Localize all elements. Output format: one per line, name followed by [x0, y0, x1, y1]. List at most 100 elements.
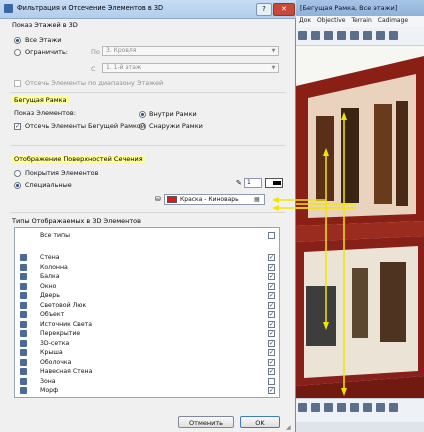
- object-icon: [20, 311, 27, 318]
- surface-material-select[interactable]: Краска - Киноварь ▦: [164, 194, 265, 205]
- list-item[interactable]: Оболочка ✓: [15, 358, 279, 367]
- list-item[interactable]: Балка ✓: [15, 272, 279, 281]
- toolbar-tool-icon[interactable]: [337, 403, 346, 412]
- toolbar-tool-icon[interactable]: [298, 31, 307, 40]
- skylight-icon: [20, 301, 27, 309]
- resize-grip-icon[interactable]: ◢: [286, 424, 293, 431]
- morph-icon: [20, 387, 27, 394]
- cut-by-storey-range-checkbox[interactable]: [14, 80, 21, 87]
- toolbar-tool-icon[interactable]: [324, 31, 333, 40]
- list-item[interactable]: Световой Люк ✓: [15, 301, 279, 310]
- shell-icon: [20, 358, 27, 366]
- inside-marquee-radio[interactable]: [139, 111, 146, 118]
- toolbar-tool-icon[interactable]: [376, 403, 385, 412]
- cut-by-marquee-label: Отсечь Элементы Бегущей Рамкой: [25, 122, 146, 130]
- list-item[interactable]: Объект ✓: [15, 310, 279, 319]
- from-storey-select[interactable]: 1. 1-й этаж ▼: [102, 63, 279, 73]
- toolbar-tool-icon[interactable]: [389, 31, 398, 40]
- list-item-all-types[interactable]: Все типы: [15, 231, 279, 240]
- list-item[interactable]: Крыша ✓: [15, 348, 279, 357]
- element-type-checkbox[interactable]: ✓: [268, 368, 275, 375]
- element-type-checkbox[interactable]: ✓: [268, 292, 275, 299]
- element-type-label: Балка: [40, 273, 60, 280]
- toolbar-tool-icon[interactable]: [376, 31, 385, 40]
- roof-icon: [20, 349, 27, 356]
- pen-number-field[interactable]: 1: [244, 178, 262, 188]
- toolbar-tool-icon[interactable]: [389, 403, 398, 412]
- own-materials-label: Покрытия Элементов: [25, 169, 99, 177]
- element-types-list[interactable]: Все типы Стена ✓ Колонна ✓ Балка ✓ Окно ✓ Дверь ✓…: [14, 227, 280, 398]
- dialog-titlebar[interactable]: Фильтрация и Отсечение Элементов в 3D ? …: [0, 0, 296, 19]
- element-type-label: Световой Люк: [40, 301, 87, 309]
- element-type-checkbox[interactable]: ✓: [268, 273, 275, 280]
- toolbar-tool-icon[interactable]: [350, 31, 359, 40]
- menu-item-objective[interactable]: Objective: [314, 16, 348, 25]
- toolbar-tool-icon[interactable]: [298, 403, 307, 412]
- list-item[interactable]: Колонна ✓: [15, 263, 279, 272]
- storeys-heading: Показ Этажей в 3D: [12, 21, 78, 29]
- list-item[interactable]: Окно ✓: [15, 282, 279, 291]
- outside-marquee-label: Снаружи Рамки: [149, 122, 203, 130]
- mesh-icon: [20, 339, 27, 347]
- limit-storeys-radio[interactable]: [14, 49, 21, 56]
- from-storey-label: С: [91, 65, 96, 73]
- cut-by-marquee-checkbox[interactable]: ✓: [14, 123, 21, 130]
- element-type-checkbox[interactable]: ✓: [268, 263, 275, 271]
- element-type-checkbox[interactable]: ✓: [268, 349, 275, 356]
- background-window-title: [Бегущая Рамка, Все этажи]: [296, 0, 424, 16]
- list-item[interactable]: Зона: [15, 377, 279, 386]
- to-storey-value: 3. Кровля: [106, 47, 137, 54]
- cancel-button[interactable]: Отменить: [178, 416, 234, 428]
- menu-item-doc[interactable]: Док: [296, 16, 314, 25]
- list-item[interactable]: Перекрытие ✓: [15, 329, 279, 338]
- pen-color-swatch[interactable]: [265, 178, 283, 188]
- list-item[interactable]: Дверь ✓: [15, 291, 279, 300]
- background-toolbar: [296, 27, 424, 46]
- special-surfaces-radio[interactable]: [14, 182, 21, 189]
- toolbar-tool-icon[interactable]: [363, 31, 372, 40]
- list-item[interactable]: Морф ✓: [15, 386, 279, 395]
- toolbar-tool-icon[interactable]: [311, 31, 320, 40]
- toolbar-tool-icon[interactable]: [311, 403, 320, 412]
- chevron-down-icon: ▼: [271, 65, 276, 71]
- toolbar-tool-icon[interactable]: [337, 31, 346, 40]
- toolbar-tool-icon[interactable]: [350, 403, 359, 412]
- cut-by-storey-range-label: Отсечь Элементы по диапазону Этажей: [25, 79, 164, 87]
- list-item[interactable]: Стена ✓: [15, 253, 279, 262]
- element-type-checkbox[interactable]: ✓: [268, 387, 275, 394]
- all-types-checkbox[interactable]: [268, 232, 275, 239]
- toolbar-tool-icon[interactable]: [324, 403, 333, 412]
- cut-surfaces-heading: Отображение Поверхностей Сечения: [12, 155, 145, 163]
- to-storey-select[interactable]: 3. Кровля ▼: [102, 46, 279, 56]
- all-storeys-label: Все Этажи: [25, 36, 62, 44]
- element-type-label: Объект: [40, 311, 65, 318]
- element-type-checkbox[interactable]: ✓: [268, 301, 275, 309]
- list-item[interactable]: 3D-сетка ✓: [15, 339, 279, 348]
- element-type-checkbox[interactable]: ✓: [268, 339, 275, 347]
- element-type-checkbox[interactable]: ✓: [268, 330, 275, 337]
- element-type-checkbox[interactable]: ✓: [268, 282, 275, 290]
- help-button[interactable]: ?: [256, 3, 272, 16]
- menu-item-terrain[interactable]: Terrain: [348, 16, 374, 25]
- element-type-checkbox[interactable]: [268, 377, 275, 385]
- toolbar-tool-icon[interactable]: [363, 403, 372, 412]
- element-type-checkbox[interactable]: ✓: [268, 358, 275, 366]
- element-type-checkbox[interactable]: ✓: [268, 320, 275, 328]
- element-type-label: Морф: [40, 387, 59, 394]
- door-icon: [20, 292, 27, 299]
- element-type-checkbox[interactable]: ✓: [268, 311, 275, 318]
- annotation-arrows: [272, 197, 326, 211]
- 3d-building-section-image: [296, 46, 424, 398]
- all-storeys-radio[interactable]: [14, 37, 21, 44]
- element-type-checkbox[interactable]: ✓: [268, 254, 275, 261]
- 3d-scene-view[interactable]: [296, 46, 424, 398]
- list-item[interactable]: Источник Света ✓: [15, 320, 279, 329]
- own-materials-radio[interactable]: [14, 170, 21, 177]
- limit-storeys-label: Ограничить:: [25, 48, 68, 56]
- wall-icon: [20, 254, 27, 261]
- list-item[interactable]: Навесная Стена ✓: [15, 367, 279, 376]
- special-surfaces-label: Специальные: [25, 181, 72, 189]
- close-button[interactable]: ✕: [273, 3, 295, 16]
- menu-item-cadimage[interactable]: Cadimage: [375, 16, 411, 25]
- ok-button[interactable]: OK: [240, 416, 280, 428]
